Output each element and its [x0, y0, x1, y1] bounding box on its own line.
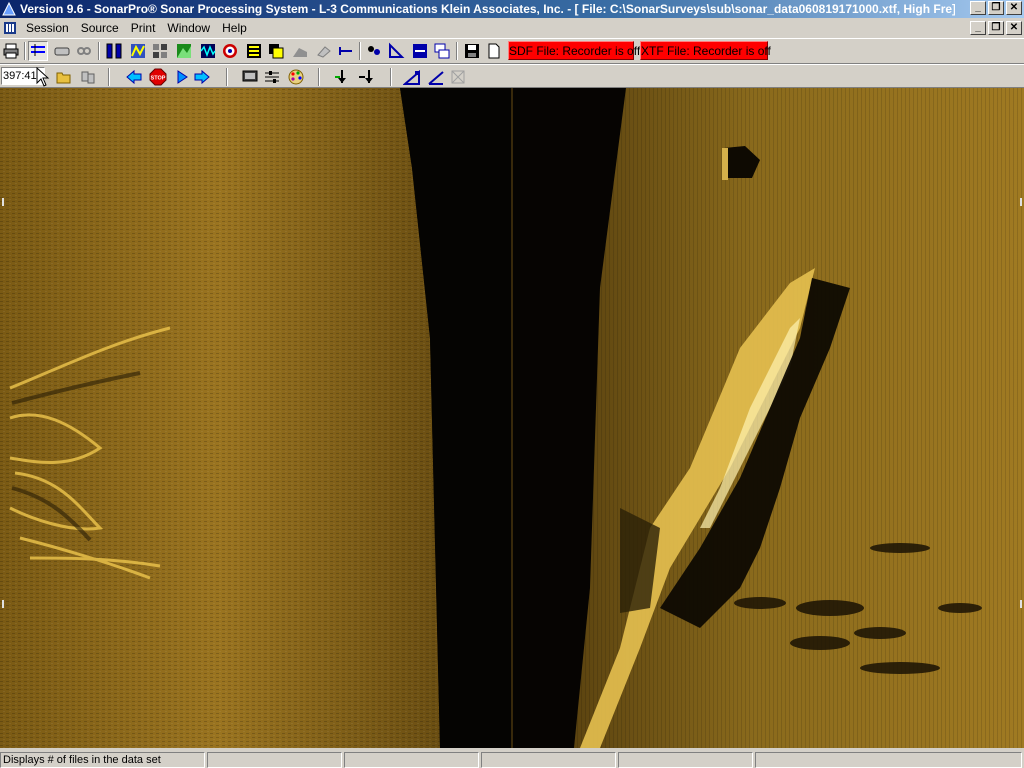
- toolbar-separator: [359, 42, 361, 60]
- menu-help[interactable]: Help: [216, 18, 253, 38]
- menu-print[interactable]: Print: [125, 18, 162, 38]
- status-panel-6: [755, 752, 1022, 768]
- window-controls: _ ❐ ✕: [970, 1, 1022, 15]
- contacts-icon[interactable]: [364, 41, 384, 61]
- sliders-icon[interactable]: [262, 67, 282, 87]
- record-list-icon[interactable]: [244, 41, 264, 61]
- restore-button[interactable]: ❐: [988, 1, 1004, 15]
- waterfall-icon[interactable]: [128, 41, 148, 61]
- toolbar-separator: [98, 42, 100, 60]
- main-toolbar: SDF File: Recorder is off XTF File: Reco…: [0, 38, 1024, 64]
- sonar-image: [0, 88, 1024, 748]
- track-lines-icon[interactable]: [28, 41, 48, 61]
- save-icon[interactable]: [462, 41, 482, 61]
- add-marker-icon[interactable]: [332, 67, 352, 87]
- split-horizontal-icon[interactable]: [410, 41, 430, 61]
- sonar-waterfall-display[interactable]: [0, 88, 1024, 748]
- target-icon[interactable]: [220, 41, 240, 61]
- drop-marker-icon[interactable]: [356, 67, 376, 87]
- mouse-cursor-icon: [36, 67, 50, 87]
- grid-tool-icon[interactable]: [448, 67, 468, 87]
- status-panel-4: [481, 752, 616, 768]
- stop-label: STOP: [151, 76, 166, 82]
- menu-bar: Session Source Print Window Help _ ❐ ✕: [0, 18, 1024, 38]
- angle-measure-icon[interactable]: [402, 67, 422, 87]
- status-panel-5: [618, 752, 753, 768]
- tape-drive-icon[interactable]: [52, 41, 72, 61]
- channels-icon[interactable]: [104, 41, 124, 61]
- doc-minimize-button[interactable]: _: [970, 21, 986, 35]
- window-title: Version 9.6 - SonarPro® Sonar Processing…: [20, 2, 955, 16]
- rewind-icon[interactable]: [124, 67, 144, 87]
- cascade-windows-icon[interactable]: [432, 41, 452, 61]
- doc-restore-button[interactable]: ❐: [988, 21, 1004, 35]
- signal-display-icon[interactable]: [198, 41, 218, 61]
- close-button[interactable]: ✕: [1006, 1, 1022, 15]
- document-window-controls: _ ❐ ✕: [970, 21, 1022, 35]
- terrain-icon[interactable]: [174, 41, 194, 61]
- menu-source[interactable]: Source: [75, 18, 125, 38]
- play-icon[interactable]: [172, 67, 192, 87]
- toolbar-separator: [24, 42, 26, 60]
- playback-toolbar: 397:41 STOP: [0, 64, 1024, 88]
- measure-icon[interactable]: [336, 41, 356, 61]
- toolbar-separator: [390, 68, 392, 86]
- palette-icon[interactable]: [286, 67, 306, 87]
- title-bar: Version 9.6 - SonarPro® Sonar Processing…: [0, 0, 1024, 18]
- status-bar: Displays # of files in the data set: [0, 750, 1024, 768]
- toolbar-separator: [318, 68, 320, 86]
- print-icon[interactable]: [1, 41, 21, 61]
- document-icon[interactable]: [3, 21, 17, 35]
- toolbar-separator: [108, 68, 110, 86]
- status-message: Displays # of files in the data set: [0, 752, 205, 768]
- minimize-button[interactable]: _: [970, 1, 986, 15]
- status-panel-2: [207, 752, 342, 768]
- fast-forward-icon[interactable]: [192, 67, 212, 87]
- new-file-icon[interactable]: [484, 41, 504, 61]
- toolbar-separator: [226, 68, 228, 86]
- slope-tool-icon[interactable]: [426, 67, 446, 87]
- xtf-recorder-button[interactable]: XTF File: Recorder is off: [640, 41, 771, 60]
- doc-close-button[interactable]: ✕: [1006, 21, 1022, 35]
- toolbar-separator: [456, 42, 458, 60]
- sdf-recorder-button[interactable]: SDF File: Recorder is off: [508, 41, 640, 60]
- overlay-icon[interactable]: [266, 41, 286, 61]
- monitor-icon[interactable]: [240, 67, 260, 87]
- link-icon[interactable]: [74, 41, 94, 61]
- menu-window[interactable]: Window: [161, 18, 216, 38]
- stop-icon[interactable]: STOP: [148, 67, 168, 87]
- triangle-tool-icon[interactable]: [386, 41, 406, 61]
- sonarpro-app-icon[interactable]: [2, 2, 16, 16]
- open-folder-icon[interactable]: [54, 67, 74, 87]
- mosaic-icon[interactable]: [150, 41, 170, 61]
- depth-profile-icon[interactable]: [290, 41, 310, 61]
- status-panel-3: [344, 752, 479, 768]
- eraser-icon[interactable]: [314, 41, 334, 61]
- menu-session[interactable]: Session: [20, 18, 75, 38]
- file-set-icon[interactable]: [78, 67, 98, 87]
